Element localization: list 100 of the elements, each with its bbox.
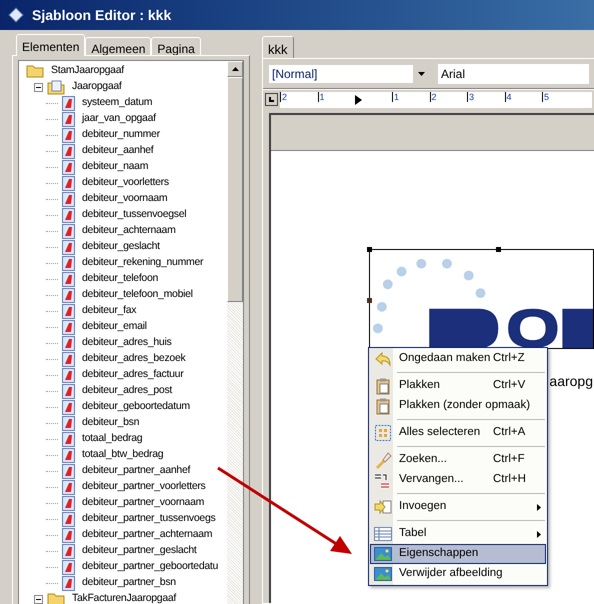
tab[interactable]: Elementen <box>16 34 86 56</box>
field-icon <box>62 304 75 318</box>
menu-item[interactable]: Plakken Ctrl+V <box>370 376 546 396</box>
clipboard-icon <box>376 398 390 414</box>
field-icon <box>62 256 75 270</box>
tree-item[interactable]: debiteur_bsn <box>82 415 140 431</box>
scrollbar[interactable] <box>227 61 243 604</box>
field-icon <box>62 512 75 526</box>
menu-item[interactable]: Ongedaan maken Ctrl+Z <box>370 349 546 369</box>
tree-item[interactable]: debiteur_nummer <box>82 127 160 143</box>
field-icon <box>62 432 75 446</box>
tree-item[interactable]: totaal_btw_bedrag <box>82 447 164 463</box>
indent-marker-icon[interactable] <box>355 94 362 104</box>
field-icon <box>62 208 75 222</box>
tree-item[interactable]: debiteur_geboortedatum <box>82 399 190 415</box>
torch-icon <box>374 451 392 469</box>
menu-item[interactable]: Verwijder afbeelding <box>370 564 546 584</box>
field-icon <box>62 576 75 590</box>
field-icon <box>62 272 75 286</box>
collapse-toggle[interactable] <box>34 594 43 604</box>
app-icon <box>8 7 24 23</box>
tree-item[interactable]: debiteur_adres_bezoek <box>82 351 186 367</box>
field-icon <box>62 176 75 190</box>
tree-item[interactable]: debiteur_voornaam <box>82 191 168 207</box>
document-text: aaropg <box>549 372 593 391</box>
folder-icon <box>47 592 65 604</box>
menu-item[interactable]: Tabel <box>370 524 546 544</box>
tree-item[interactable]: debiteur_partner_geslacht <box>82 543 197 559</box>
tree-item[interactable]: debiteur_rekening_nummer <box>82 255 204 271</box>
undo-arrow-icon <box>374 351 392 367</box>
field-icon <box>62 384 75 398</box>
tree-item[interactable]: StamJaaropgaaf <box>51 63 124 79</box>
image-icon <box>374 567 392 581</box>
tree-item[interactable]: debiteur_partner_tussenvoegs <box>82 511 216 527</box>
menu-item[interactable]: Alles selecteren Ctrl+A <box>370 423 546 443</box>
tree-item[interactable]: debiteur_partner_geboortedatu <box>82 559 218 575</box>
ruler-number: 1 <box>392 92 430 102</box>
tree-item[interactable]: jaar_van_opgaaf <box>82 111 156 127</box>
field-icon <box>62 160 75 174</box>
menu-item[interactable]: Plakken (zonder opmaak) <box>370 396 546 416</box>
font-field[interactable]: Arial <box>438 64 589 84</box>
collapse-toggle[interactable] <box>34 82 43 92</box>
tab[interactable]: Algemeen <box>85 37 152 56</box>
ruler-number: 2 <box>280 92 318 102</box>
tree-item[interactable]: Jaaropgaaf <box>72 79 122 95</box>
tree-item[interactable]: debiteur_partner_aanhef <box>82 463 190 479</box>
tree-item[interactable]: debiteur_partner_bsn <box>82 575 176 591</box>
scroll-up-icon[interactable] <box>232 67 238 71</box>
tree-item[interactable]: debiteur_adres_post <box>82 383 172 399</box>
tree-item[interactable]: debiteur_email <box>82 319 147 335</box>
tree-item[interactable]: debiteur_fax <box>82 303 136 319</box>
tree-item[interactable]: debiteur_naam <box>82 159 148 175</box>
tree-item[interactable]: debiteur_adres_factuur <box>82 367 184 383</box>
tree-item[interactable]: debiteur_voorletters <box>82 175 169 191</box>
field-icon <box>62 320 75 334</box>
resize-handle[interactable] <box>367 247 372 252</box>
field-icon <box>62 336 75 350</box>
tree-item[interactable]: debiteur_telefoon <box>82 271 158 287</box>
ruler-number: 5 <box>542 92 580 102</box>
style-dropdown[interactable]: [Normal] <box>268 64 430 84</box>
field-icon <box>62 192 75 206</box>
menu-item[interactable]: Vervangen... Ctrl+H <box>370 470 546 490</box>
select-all-icon <box>375 425 391 441</box>
field-icon <box>62 128 75 142</box>
replace-icon <box>374 472 392 488</box>
field-icon <box>62 112 75 126</box>
menu-item[interactable]: Zoeken... Ctrl+F <box>370 450 546 470</box>
resize-handle[interactable] <box>367 298 372 303</box>
image-icon <box>374 547 392 561</box>
ruler-number: 2 <box>430 92 467 102</box>
tree-item[interactable]: TakFacturenJaaropgaaf <box>72 591 176 604</box>
field-icon <box>62 96 75 110</box>
field-icon <box>62 288 75 302</box>
tree-item[interactable]: totaal_bedrag <box>82 431 142 447</box>
tree-item[interactable]: systeem_datum <box>82 95 152 111</box>
document-folder-icon <box>47 80 65 94</box>
field-icon <box>62 352 75 366</box>
window-title: Sjabloon Editor : kkk <box>32 6 172 25</box>
tree-item[interactable]: debiteur_partner_achternaam <box>82 527 212 543</box>
tree-item[interactable]: debiteur_partner_voorletters <box>82 479 206 495</box>
tree-item[interactable]: debiteur_geslacht <box>82 239 160 255</box>
table-icon <box>374 527 392 541</box>
menu-item[interactable]: Invoegen <box>370 497 546 517</box>
caret-icon <box>418 72 424 76</box>
tree-item[interactable]: debiteur_tussenvoegsel <box>82 207 186 223</box>
field-icon <box>62 400 75 414</box>
tab-stop-button[interactable] <box>265 93 278 106</box>
tree-item[interactable]: debiteur_aanhef <box>82 143 154 159</box>
submenu-arrow-icon <box>537 504 541 510</box>
resize-handle[interactable] <box>496 247 501 252</box>
insert-arrow-icon <box>374 499 392 515</box>
menu-item[interactable]: Eigenschappen <box>370 544 546 564</box>
tab[interactable]: kkk <box>262 36 294 58</box>
tree-item[interactable]: debiteur_partner_voornaam <box>82 495 204 511</box>
field-icon <box>62 544 75 558</box>
tree-item[interactable]: debiteur_adres_huis <box>82 335 172 351</box>
folder-icon <box>26 64 44 78</box>
tree-item[interactable]: debiteur_achternaam <box>82 223 176 239</box>
tree-item[interactable]: debiteur_telefoon_mobiel <box>82 287 193 303</box>
tab[interactable]: Pagina <box>151 37 201 56</box>
